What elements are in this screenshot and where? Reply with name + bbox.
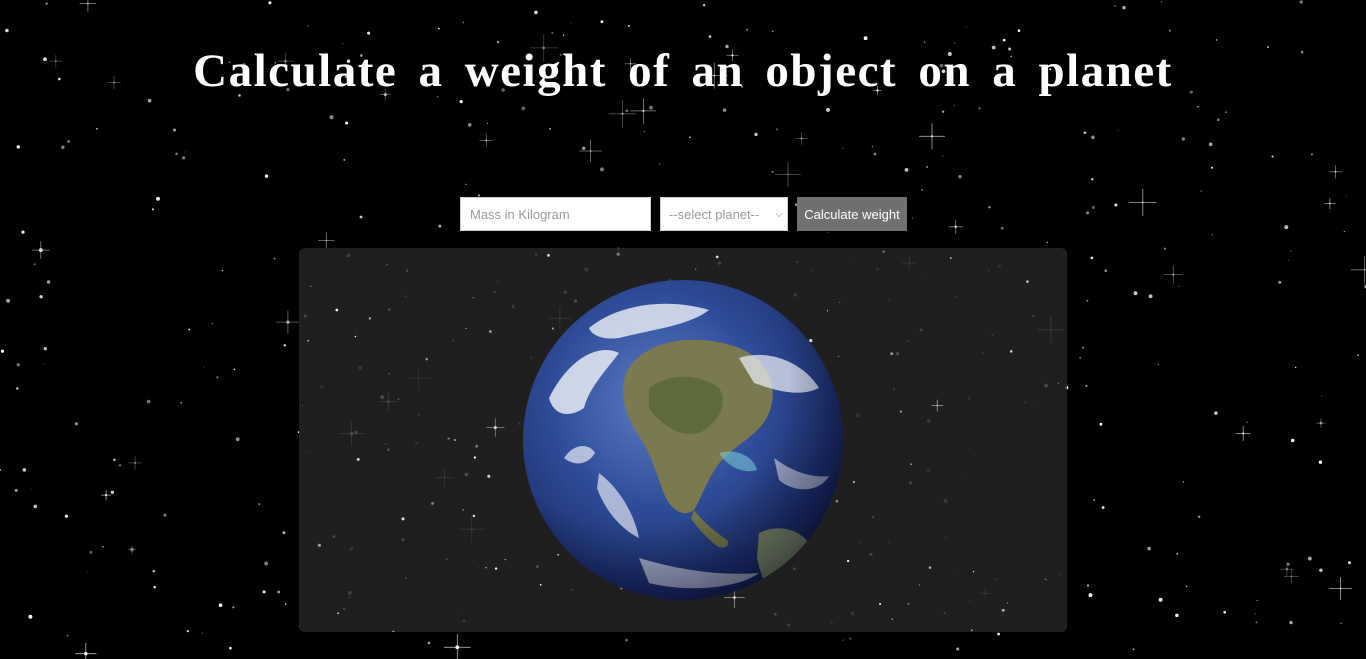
planet-select[interactable]: --select planet-- ⌵ bbox=[660, 197, 788, 231]
planet-select-value: --select planet-- bbox=[669, 206, 760, 222]
weight-form: --select planet-- ⌵ Calculate weight bbox=[460, 197, 907, 231]
chevron-down-icon: ⌵ bbox=[775, 208, 783, 220]
planet-image bbox=[302, 250, 1059, 632]
page-title: Calculate a weight of an object on a pla… bbox=[193, 45, 1173, 97]
earth-globe bbox=[523, 280, 843, 600]
calculate-weight-button[interactable]: Calculate weight bbox=[797, 197, 907, 231]
planet-display-panel bbox=[299, 248, 1067, 632]
mass-input[interactable] bbox=[460, 197, 651, 231]
